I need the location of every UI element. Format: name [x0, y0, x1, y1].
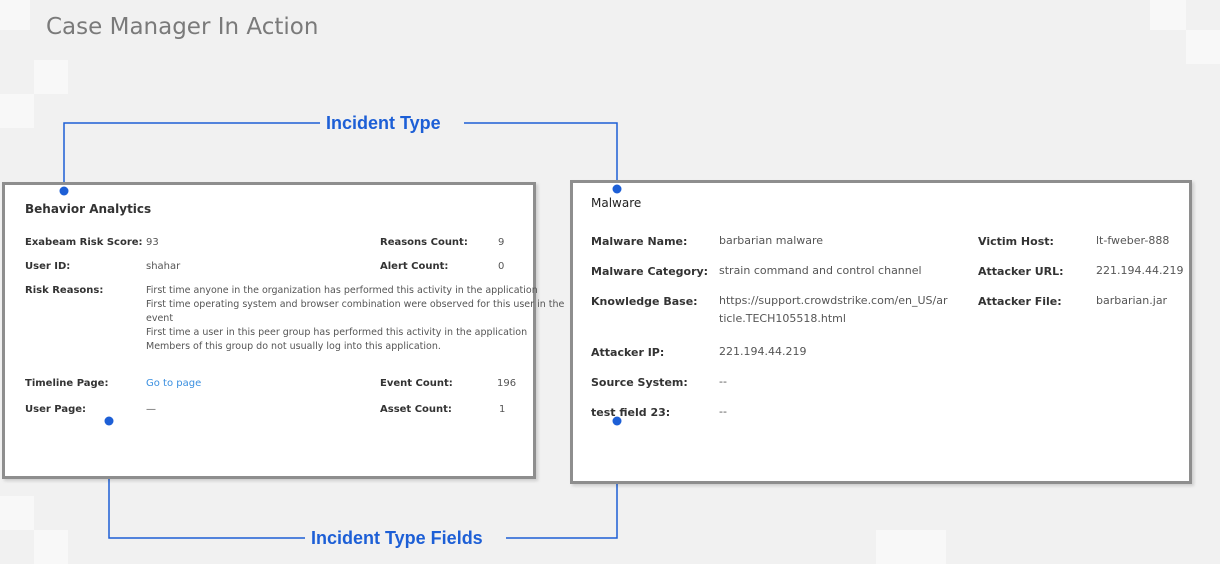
- connector-dots: [59, 184, 622, 426]
- connector-dot: [612, 416, 622, 426]
- connector-dot: [59, 186, 69, 196]
- connector-dot: [612, 184, 622, 194]
- connector-dot: [104, 416, 114, 426]
